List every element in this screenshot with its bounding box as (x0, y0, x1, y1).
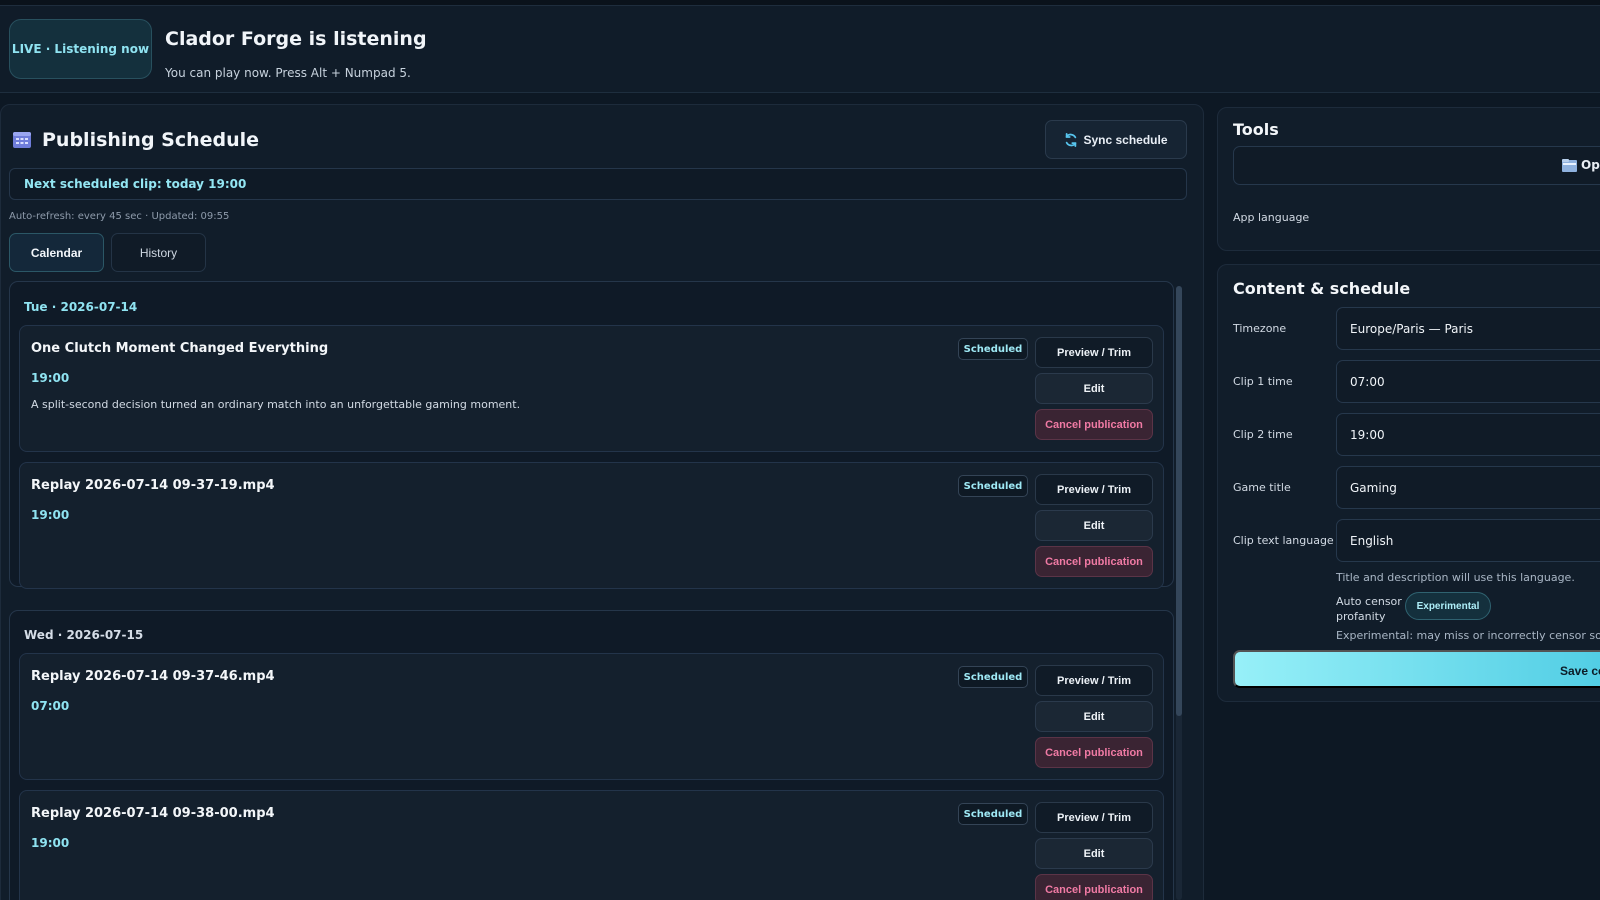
save-content-label: Save co (1560, 664, 1600, 678)
clip-2-time-label: Clip 2 time (1233, 428, 1293, 441)
day-title: Wed · 2026-07-15 (24, 628, 144, 642)
preview-trim-button[interactable]: Preview / Trim (1035, 802, 1153, 833)
clip-1-time-label: Clip 1 time (1233, 375, 1293, 388)
clip-time: 19:00 (31, 508, 70, 522)
cancel-publication-button[interactable]: Cancel publication (1035, 737, 1153, 768)
day-group: Wed · 2026-07-15 Replay 2026-07-14 09-37… (9, 610, 1174, 900)
open-button-label-group: Ope (1562, 158, 1600, 172)
clip-title: Replay 2026-07-14 09-37-19.mp4 (31, 478, 275, 493)
day-group: Tue · 2026-07-14 One Clutch Moment Chang… (9, 281, 1174, 589)
tab-calendar[interactable]: Calendar (9, 233, 104, 272)
next-scheduled-clip-text: Next scheduled clip: today 19:00 (24, 177, 247, 191)
listening-subtitle: You can play now. Press Alt + Numpad 5. (165, 66, 411, 80)
app-language-label: App language (1233, 211, 1310, 224)
edit-button[interactable]: Edit (1035, 838, 1153, 869)
save-content-button[interactable]: Save co (1233, 650, 1600, 688)
publishing-schedule-title: Publishing Schedule (42, 129, 260, 151)
game-title-label: Game title (1233, 481, 1291, 494)
cancel-publication-button[interactable]: Cancel publication (1035, 409, 1153, 440)
clip-time: 19:00 (31, 836, 70, 850)
open-button-label: Ope (1581, 158, 1600, 172)
clip-title: Replay 2026-07-14 09-38-00.mp4 (31, 806, 275, 821)
next-scheduled-clip: Next scheduled clip: today 19:00 (9, 168, 1187, 200)
language-hint: Title and description will use this lang… (1336, 571, 1575, 584)
status-badge: Scheduled (958, 475, 1028, 497)
timezone-select[interactable]: Europe/Paris — Paris (1336, 307, 1600, 350)
status-badge: Scheduled (958, 803, 1028, 825)
timezone-label: Timezone (1233, 322, 1287, 335)
clip-1-time-field[interactable]: 07:00 (1336, 360, 1600, 403)
status-badge: Scheduled (958, 666, 1028, 688)
experimental-toggle[interactable]: Experimental (1405, 592, 1491, 620)
sync-schedule-label: Sync schedule (1083, 132, 1168, 147)
listening-title: Clador Forge is listening (165, 28, 427, 50)
status-badge: Scheduled (958, 338, 1028, 360)
auto-censor-label: Auto censor profanity (1336, 595, 1402, 623)
clip-card: Replay 2026-07-14 09-38-00.mp4 19:00 Sch… (19, 790, 1164, 900)
clip-text-language-label: Clip text language (1233, 534, 1334, 547)
clip-description: A split-second decision turned an ordina… (31, 398, 521, 411)
edit-button[interactable]: Edit (1035, 373, 1153, 404)
clip-card: Replay 2026-07-14 09-37-19.mp4 19:00 Sch… (19, 462, 1164, 589)
preview-trim-button[interactable]: Preview / Trim (1035, 474, 1153, 505)
tools-title: Tools (1233, 120, 1279, 139)
preview-trim-button[interactable]: Preview / Trim (1035, 337, 1153, 368)
live-status-header: LIVE · Listening now Clador Forge is lis… (0, 6, 1600, 93)
refresh-icon (1066, 132, 1077, 147)
preview-trim-button[interactable]: Preview / Trim (1035, 665, 1153, 696)
clip-card: One Clutch Moment Changed Everything 19:… (19, 325, 1164, 452)
clip-card: Replay 2026-07-14 09-37-46.mp4 07:00 Sch… (19, 653, 1164, 780)
edit-button[interactable]: Edit (1035, 701, 1153, 732)
auto-refresh-status: Auto-refresh: every 45 sec · Updated: 09… (9, 211, 230, 222)
clip-time: 19:00 (31, 371, 70, 385)
game-title-field[interactable]: Gaming (1336, 466, 1600, 509)
tab-calendar-label: Calendar (30, 245, 83, 260)
cancel-publication-button[interactable]: Cancel publication (1035, 874, 1153, 900)
cancel-publication-button[interactable]: Cancel publication (1035, 546, 1153, 577)
experimental-note: Experimental: may miss or incorrectly ce… (1336, 629, 1600, 642)
clip-time: 07:00 (31, 699, 70, 713)
live-listening-badge: LIVE · Listening now (9, 19, 152, 79)
clip-title: Replay 2026-07-14 09-37-46.mp4 (31, 669, 275, 684)
open-folder-button[interactable] (1233, 146, 1600, 185)
folder-icon (1562, 158, 1577, 172)
clip-2-time-field[interactable]: 19:00 (1336, 413, 1600, 456)
content-schedule-title: Content & schedule (1233, 279, 1411, 298)
edit-button[interactable]: Edit (1035, 510, 1153, 541)
day-title: Tue · 2026-07-14 (24, 300, 138, 314)
sync-schedule-button[interactable]: Sync schedule (1045, 120, 1187, 159)
tab-history-label: History (139, 245, 178, 260)
calendar-icon (13, 132, 31, 148)
tab-history[interactable]: History (111, 233, 206, 272)
clip-title: One Clutch Moment Changed Everything (31, 341, 329, 356)
clip-text-language-select[interactable]: English (1336, 519, 1600, 562)
calendar-list[interactable]: Tue · 2026-07-14 One Clutch Moment Chang… (9, 281, 1179, 900)
calendar-scrollbar-thumb[interactable] (1176, 286, 1182, 716)
